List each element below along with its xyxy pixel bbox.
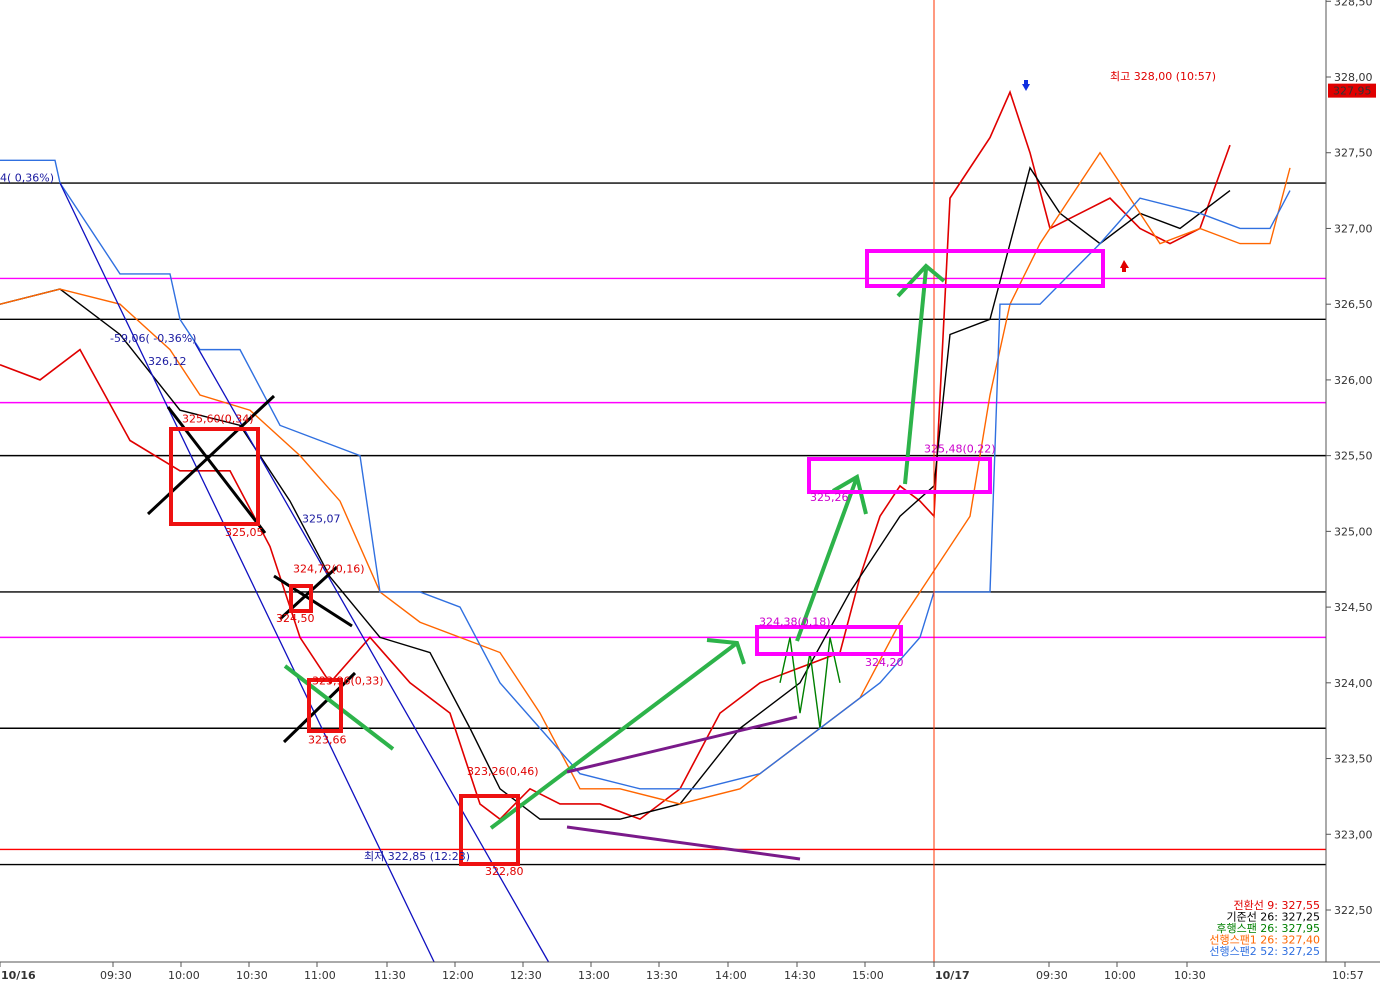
- series-line-1: [0, 166, 1231, 820]
- y-tick-label: 328,50: [1334, 0, 1373, 8]
- y-tick-label: 323,50: [1334, 753, 1373, 766]
- current-price-badge: 327,95: [1328, 83, 1376, 98]
- annotation-label: 4( 0,36%): [0, 172, 54, 185]
- annotation-label: 325,26: [810, 491, 849, 504]
- y-tick-label: 327,00: [1334, 222, 1373, 235]
- x-tick-label: 12:00: [442, 969, 474, 982]
- legend: 전환선 9: 327,55기준선 26: 327,25후행스팬 26: 327,…: [1209, 899, 1320, 958]
- annotation-label: 323,96(0,33): [312, 674, 384, 687]
- annotation-label: 325,60(0,34): [182, 412, 254, 425]
- magenta-box-3: [865, 249, 1105, 288]
- y-tick-label: 325,00: [1334, 525, 1373, 538]
- annotation-label: 325,07: [302, 512, 341, 525]
- y-tick-label: 327,50: [1334, 147, 1373, 160]
- x-tick-label: 10:00: [168, 969, 200, 982]
- y-axis-panel: [1326, 0, 1380, 962]
- annotation-label: 324,50: [276, 612, 315, 625]
- up-marker-stem: [1122, 267, 1126, 272]
- x-tick-label: 11:00: [304, 969, 336, 982]
- x-tick-label: 10:57: [1332, 969, 1364, 982]
- x-tick-label: 15:00: [852, 969, 884, 982]
- x-tick-label: 10:30: [1174, 969, 1206, 982]
- price-chart: 최고 328,00 (10:57)0,95%4( 0,36%)-59,06( -…: [0, 0, 1380, 987]
- x-axis-panel: [0, 962, 1380, 987]
- price-annotations: 최고 328,00 (10:57)0,95%4( 0,36%)-59,06( -…: [0, 70, 1366, 878]
- x-tick-label: 09:30: [1036, 969, 1068, 982]
- up-marker-icon: [1120, 260, 1129, 268]
- series-line-2: [779, 637, 841, 729]
- y-tick-label: 325,50: [1334, 450, 1373, 463]
- purple-line-lower: [566, 825, 801, 861]
- x-tick-label: 13:30: [646, 969, 678, 982]
- x-tick-label: 13:00: [578, 969, 610, 982]
- y-tick-label: 326,50: [1334, 298, 1373, 311]
- annotation-label: 최저 322,85 (12:23): [364, 850, 470, 863]
- x-tick-label: 10/17: [935, 969, 970, 982]
- annotation-label: 326,12: [148, 355, 187, 368]
- y-tick-label: 323,00: [1334, 828, 1373, 841]
- annotation-label: 324,72(0,16): [293, 562, 365, 575]
- y-tick-label: 328,00: [1334, 71, 1373, 84]
- annotation-label: 322,80: [485, 865, 524, 878]
- annotation-label: 324,20: [865, 656, 904, 669]
- down-marker-icon: [1022, 84, 1030, 91]
- drawing-overlays: [59, 0, 1129, 969]
- x-tick-label: 11:30: [374, 969, 406, 982]
- annotation-label: 323,66: [308, 733, 347, 746]
- y-tick-label: 326,00: [1334, 374, 1373, 387]
- green-arrow-3-head: [896, 263, 946, 298]
- x-tick-label: 12:30: [510, 969, 542, 982]
- green-arrow-1: [489, 641, 739, 830]
- series-line-4: [0, 159, 1291, 790]
- x-tick-label: 10/16: [1, 969, 36, 982]
- annotation-label: 325,05: [225, 526, 264, 539]
- green-arrow-3: [903, 268, 928, 485]
- legend-entry: 선행스팬2 52: 327,25: [1209, 945, 1320, 958]
- annotation-label: 323,26(0,46): [467, 765, 539, 778]
- x-tick-label: 14:30: [784, 969, 816, 982]
- red-box-1: [169, 427, 260, 526]
- y-tick-label: 324,50: [1334, 601, 1373, 614]
- annotation-label: 최고 328,00 (10:57): [1110, 70, 1216, 83]
- annotation-label: -59,06( -0,36%): [110, 332, 196, 345]
- annotation-label: 324,38(0,18): [759, 615, 831, 628]
- down-marker-stem: [1024, 80, 1028, 85]
- annotation-label: 325,48(0,22): [924, 443, 996, 456]
- y-tick-label: 324,00: [1334, 677, 1373, 690]
- x-tick-label: 14:00: [715, 969, 747, 982]
- x-tick-label: 10:00: [1104, 969, 1136, 982]
- current-price-label: 327,95: [1333, 85, 1372, 98]
- x-tick-label: 09:30: [100, 969, 132, 982]
- x-tick-label: 10:30: [236, 969, 268, 982]
- y-tick-label: 322,50: [1334, 904, 1373, 917]
